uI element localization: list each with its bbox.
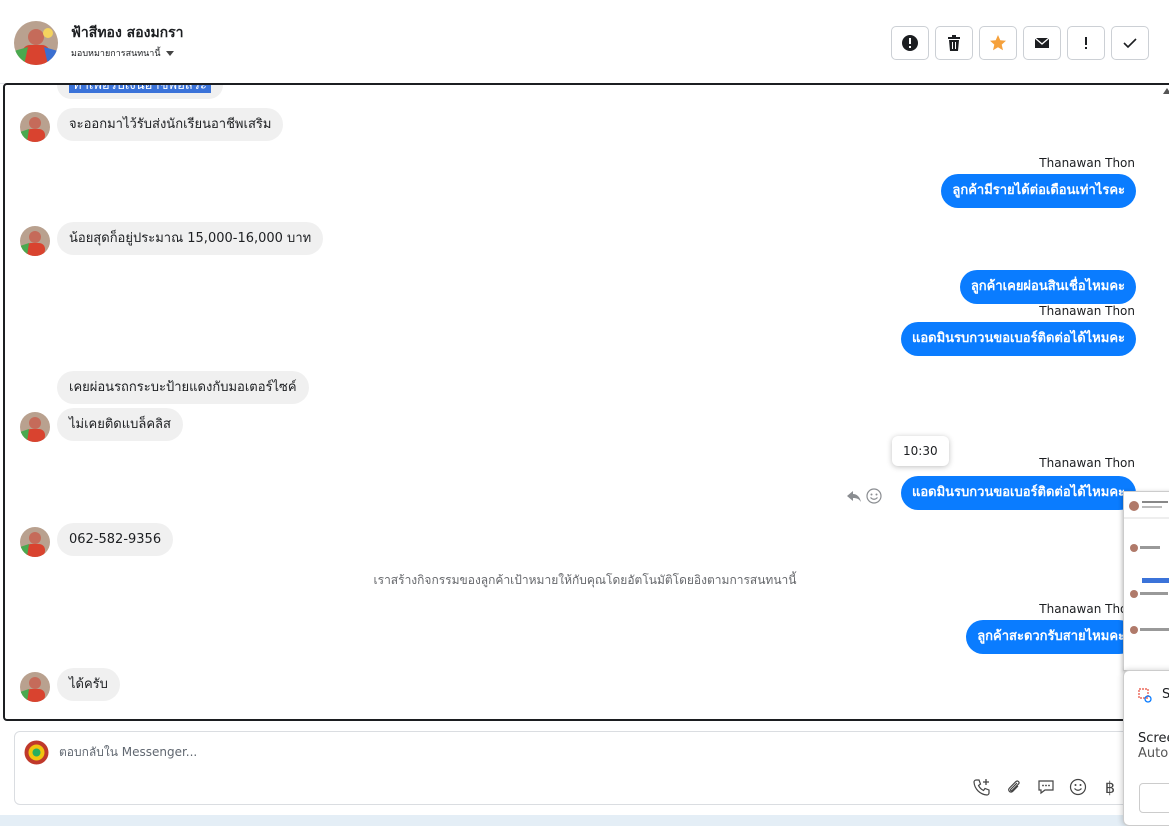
snipping-tool-icon bbox=[1138, 688, 1152, 703]
message-bubble-incoming[interactable]: น้อยสุดก็อยู่ประมาณ 15,000-16,000 บาท bbox=[57, 222, 324, 255]
message-bubble-incoming[interactable]: ทำเพื่อรับเงินอาชีพอิสระ bbox=[57, 85, 223, 99]
reply-icon[interactable] bbox=[846, 488, 862, 504]
chat-icon[interactable] bbox=[1035, 776, 1057, 798]
notification-line2: Auto bbox=[1138, 746, 1169, 761]
assign-conversation-dropdown[interactable]: มอบหมายการสนทนานี้ bbox=[71, 46, 174, 60]
check-icon bbox=[1123, 38, 1137, 49]
system-note: เราสร้างกิจกรรมของลูกค้าเป้าหมายให้กับคุ… bbox=[373, 573, 797, 587]
screenshot-notification: S Scree Auto bbox=[1123, 670, 1169, 826]
header-actions bbox=[891, 26, 1149, 60]
sender-name: Thanawan Thon bbox=[1039, 602, 1135, 616]
star-icon bbox=[990, 35, 1006, 51]
mail-icon bbox=[1034, 37, 1050, 48]
notification-button[interactable] bbox=[1139, 783, 1169, 813]
scroll-up-arrow[interactable] bbox=[1163, 88, 1169, 94]
report-button[interactable] bbox=[891, 26, 929, 60]
phone-plus-icon[interactable] bbox=[971, 776, 993, 798]
message-bubble-outgoing[interactable]: ลูกค้ามีรายได้ต่อเดือนเท่าไรคะ bbox=[941, 174, 1136, 208]
spam-button[interactable] bbox=[1067, 26, 1105, 60]
star-button[interactable] bbox=[979, 26, 1017, 60]
trash-icon bbox=[948, 35, 960, 51]
reply-input[interactable] bbox=[59, 745, 859, 759]
contact-avatar-small bbox=[20, 112, 50, 142]
message-bubble-incoming[interactable]: ได้ครับ bbox=[57, 668, 120, 701]
delete-button[interactable] bbox=[935, 26, 973, 60]
sender-name: Thanawan Thon bbox=[1039, 156, 1135, 170]
contact-avatar-small bbox=[20, 672, 50, 702]
reply-box: ฿ bbox=[14, 731, 1154, 805]
screenshot-thumbnail[interactable] bbox=[1123, 491, 1169, 671]
message-bubble-outgoing[interactable]: ลูกค้าสะดวกรับสายไหมคะ bbox=[966, 620, 1136, 654]
mark-unread-button[interactable] bbox=[1023, 26, 1061, 60]
notification-line1: Scree bbox=[1138, 731, 1169, 746]
contact-avatar-small bbox=[20, 527, 50, 557]
selected-text: ทำเพื่อรับเงินอาชีพอิสระ bbox=[69, 85, 211, 93]
mark-done-button[interactable] bbox=[1111, 26, 1149, 60]
message-thread[interactable]: ทำเพื่อรับเงินอาชีพอิสระ จะออกมาไว้รับส่… bbox=[3, 83, 1169, 721]
sender-name: Thanawan Thon bbox=[1039, 456, 1135, 470]
exclamation-icon bbox=[1085, 37, 1087, 49]
contact-avatar-small bbox=[20, 226, 50, 256]
page-avatar bbox=[24, 740, 49, 765]
emoji-react-icon[interactable] bbox=[866, 488, 882, 504]
message-bubble-incoming[interactable]: 062-582-9356 bbox=[57, 523, 174, 556]
conversation-header: ฟ้าสีทอง สองมกรา มอบหมายการสนทนานี้ bbox=[0, 0, 1169, 84]
message-hover-actions bbox=[846, 488, 882, 504]
message-bubble-outgoing[interactable]: แอดมินรบกวนขอเบอร์ติดต่อได้ไหมคะ bbox=[900, 322, 1136, 356]
message-bubble-incoming[interactable]: เคยผ่อนรถกระบะป้ายแดงกับมอเตอร์ไซค์ bbox=[57, 371, 309, 404]
paperclip-icon[interactable] bbox=[1003, 776, 1025, 798]
message-bubble-incoming[interactable]: จะออกมาไว้รับส่งนักเรียนอาชีพเสริม bbox=[57, 108, 284, 141]
sender-name: Thanawan Thon bbox=[1039, 304, 1135, 318]
assign-label: มอบหมายการสนทนานี้ bbox=[71, 49, 161, 59]
message-bubble-outgoing[interactable]: แอดมินรบกวนขอเบอร์ติดต่อได้ไหมคะ bbox=[900, 476, 1136, 510]
contact-avatar[interactable] bbox=[14, 21, 58, 65]
message-bubble-incoming[interactable]: ไม่เคยติดแบล็คลิส bbox=[57, 408, 183, 441]
reply-toolbar: ฿ bbox=[971, 776, 1121, 798]
alert-circle-icon bbox=[902, 35, 918, 51]
baht-icon[interactable]: ฿ bbox=[1099, 776, 1121, 798]
contact-name: ฟ้าสีทอง สองมกรา bbox=[71, 25, 184, 41]
notification-title: S bbox=[1162, 687, 1169, 702]
bottom-strip bbox=[0, 815, 1169, 826]
message-bubble-outgoing[interactable]: ลูกค้าเคยผ่อนสินเชื่อไหมคะ bbox=[959, 270, 1136, 304]
timestamp-tooltip: 10:30 bbox=[892, 436, 949, 466]
emoji-icon[interactable] bbox=[1067, 776, 1089, 798]
contact-avatar-small bbox=[20, 412, 50, 442]
chevron-down-icon bbox=[165, 50, 174, 56]
